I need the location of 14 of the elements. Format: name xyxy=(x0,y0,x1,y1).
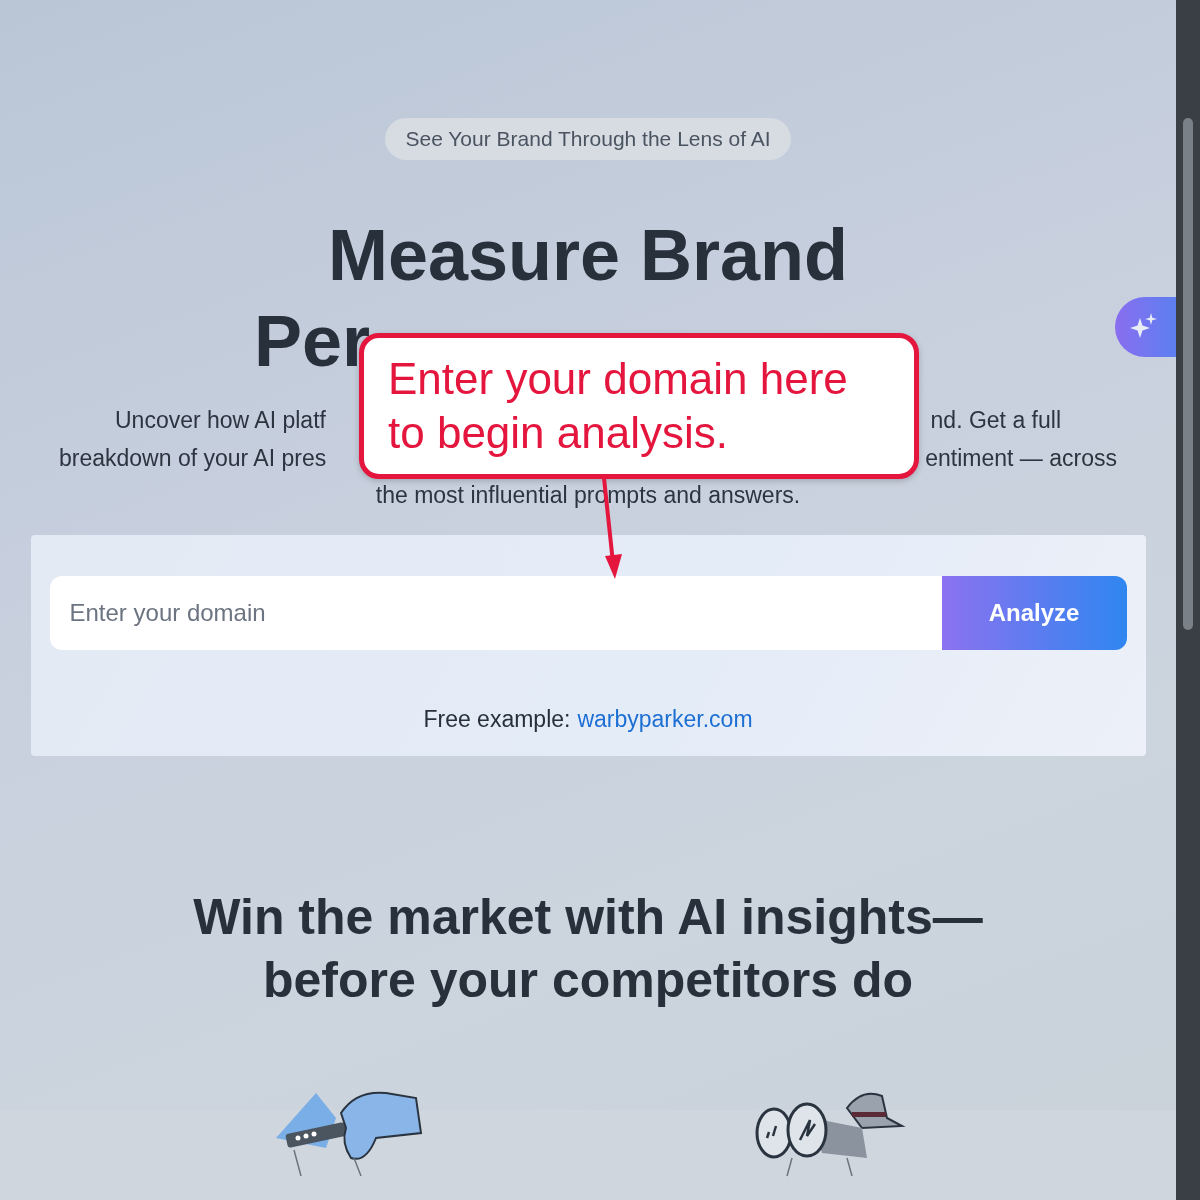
assistant-button[interactable] xyxy=(1115,297,1176,357)
description-text: entiment — across xyxy=(925,443,1117,473)
section-title: before your competitors do xyxy=(262,950,914,1010)
description-text: breakdown of your AI pres xyxy=(59,443,327,473)
description-text: nd. Get a full xyxy=(930,406,1061,435)
tagline-badge: See Your Brand Through the Lens of AI xyxy=(385,118,791,160)
scrollbar[interactable] xyxy=(1176,0,1200,1200)
hero-title: Measure Brand xyxy=(327,214,849,297)
example-link[interactable]: warbyparker.com xyxy=(577,705,753,733)
analyze-button[interactable]: Analyze xyxy=(941,575,1127,650)
example-label: Free example: xyxy=(423,705,571,733)
description-text: Uncover how AI platf xyxy=(115,406,326,435)
domain-input-field[interactable]: Enter your domain xyxy=(49,575,942,650)
section-title: Win the market with AI insights— xyxy=(193,887,983,947)
